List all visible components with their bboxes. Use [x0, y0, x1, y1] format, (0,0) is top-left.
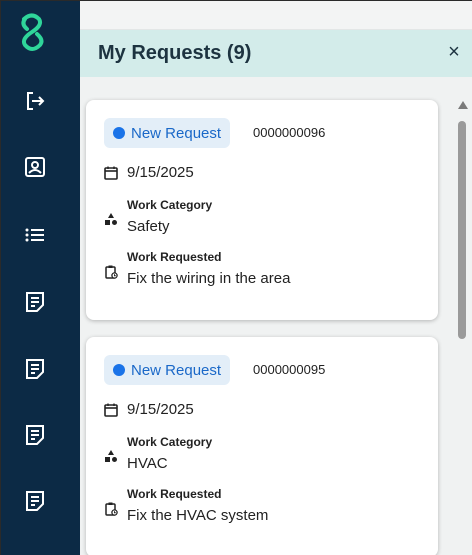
- work-category-value: HVAC: [127, 455, 168, 472]
- list-icon[interactable]: [23, 223, 47, 247]
- scrollbar[interactable]: [455, 101, 468, 555]
- close-button[interactable]: ×: [445, 42, 463, 62]
- request-date: 9/15/2025: [127, 401, 194, 418]
- note-icon[interactable]: [23, 357, 47, 381]
- scroll-thumb[interactable]: [458, 121, 466, 339]
- contact-card-icon[interactable]: [23, 155, 47, 179]
- main-panel: My Requests (9) × New Request 0000000096…: [80, 1, 472, 555]
- requests-header: My Requests (9) ×: [80, 30, 472, 77]
- status-badge: New Request: [104, 355, 231, 385]
- note-icon[interactable]: [23, 290, 47, 314]
- request-card[interactable]: New Request 0000000096 9/15/2025 Work Ca…: [86, 100, 438, 320]
- status-badge: New Request: [104, 118, 231, 148]
- request-card[interactable]: New Request 0000000095 9/15/2025 Work Ca…: [86, 337, 438, 555]
- work-category-label: Work Category: [127, 435, 213, 449]
- work-category-value: Safety: [127, 218, 170, 235]
- clipboard-icon: [105, 502, 118, 516]
- status-label: New Request: [131, 361, 222, 379]
- app-logo-icon[interactable]: [15, 13, 49, 51]
- top-bar: [80, 1, 472, 30]
- request-date: 9/15/2025: [127, 164, 194, 181]
- request-list: New Request 0000000096 9/15/2025 Work Ca…: [80, 77, 472, 555]
- shapes-icon: [105, 450, 117, 462]
- work-category-label: Work Category: [127, 198, 213, 212]
- app-window: My Requests (9) × New Request 0000000096…: [0, 0, 472, 555]
- request-id: 0000000096: [253, 125, 326, 140]
- note-icon[interactable]: [23, 423, 47, 447]
- clipboard-icon: [105, 265, 118, 279]
- shapes-icon: [105, 213, 117, 225]
- work-requested-label: Work Requested: [127, 250, 222, 264]
- calendar-icon: [104, 403, 118, 417]
- scroll-up-icon[interactable]: [458, 101, 468, 109]
- work-requested-value: Fix the HVAC system: [127, 507, 269, 524]
- status-dot-icon: [113, 364, 125, 376]
- calendar-icon: [104, 166, 118, 180]
- logout-icon[interactable]: [23, 89, 47, 113]
- note-icon[interactable]: [23, 489, 47, 513]
- work-requested-label: Work Requested: [127, 487, 222, 501]
- status-label: New Request: [131, 124, 222, 142]
- status-dot-icon: [113, 127, 125, 139]
- sidebar: [1, 1, 80, 555]
- page-title: My Requests (9): [98, 42, 252, 64]
- request-id: 0000000095: [253, 362, 326, 377]
- work-requested-value: Fix the wiring in the area: [127, 270, 291, 287]
